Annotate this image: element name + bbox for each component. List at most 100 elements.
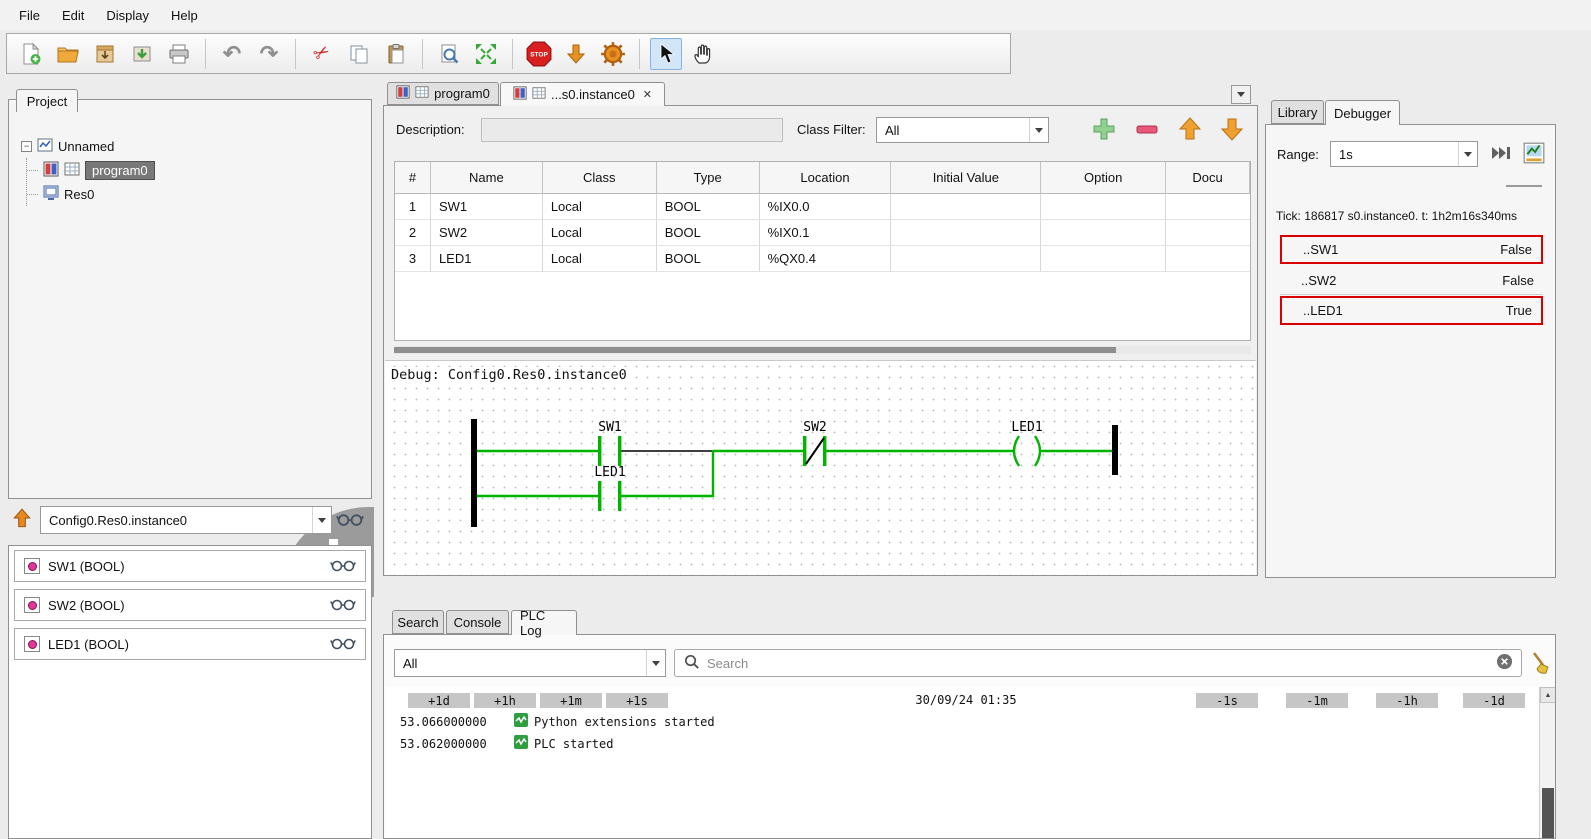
chevron-down-icon[interactable] [1029,118,1048,142]
parent-instance-icon[interactable] [10,507,34,534]
cell-name[interactable]: SW1 [430,194,543,220]
variable-row-led1[interactable]: LED1 (BOOL) [14,628,366,660]
contact-sw2-negated[interactable]: SW2 [803,420,827,466]
watch-row-sw2[interactable]: ..SW2 False [1280,266,1543,295]
table-row[interactable]: 1 SW1 Local BOOL %IX0.0 [395,194,1251,220]
cell-location[interactable]: %IX0.0 [759,194,892,220]
cell-class[interactable]: Local [542,194,657,220]
redo-icon[interactable]: ↷ [253,38,285,70]
tab-instance0[interactable]: ...s0.instance0 ✕ [500,82,665,106]
cell-location[interactable]: %IX0.1 [759,220,892,246]
column-header[interactable]: Initial Value [891,162,1042,194]
instance-path-select[interactable]: Config0.Res0.instance0 [40,506,332,534]
menu-edit[interactable]: Edit [51,3,95,28]
watch-glasses-icon[interactable] [330,636,356,653]
save-as-icon[interactable] [126,38,158,70]
contact-sw1[interactable]: SW1 [598,420,622,466]
ladder-debug-view[interactable]: SW1 SW2 LED1 LED1 Debug: Config0.Res0.in… [385,360,1256,575]
cell-class[interactable]: Local [542,246,657,272]
time-minus-1h-button[interactable]: -1h [1376,693,1438,708]
add-variable-button[interactable] [1089,114,1119,144]
cell-type[interactable]: BOOL [656,194,760,220]
cell-initial[interactable] [891,194,1042,220]
coil-led1[interactable]: LED1 [1011,420,1043,467]
cell-initial[interactable] [891,246,1042,272]
copy-icon[interactable] [343,38,375,70]
move-up-button[interactable] [1175,114,1205,144]
scrollbar-thumb[interactable] [394,347,1116,353]
column-header[interactable]: Docu [1166,162,1250,194]
pan-tool-icon[interactable] [687,38,719,70]
tab-library[interactable]: Library [1271,100,1324,124]
scrollbar-thumb[interactable] [1542,788,1554,838]
tab-search[interactable]: Search [392,610,444,634]
description-input[interactable] [481,118,783,142]
search-input[interactable] [707,655,1489,671]
variable-row-sw1[interactable]: SW1 (BOOL) [14,550,366,582]
new-file-icon[interactable] [15,38,47,70]
tab-console[interactable]: Console [446,610,509,634]
cell-class[interactable]: Local [542,220,657,246]
fit-zoom-icon[interactable] [470,38,502,70]
table-row[interactable]: 2 SW2 Local BOOL %IX0.1 [395,220,1251,246]
cell-type[interactable]: BOOL [656,220,760,246]
table-row[interactable]: 3 LED1 Local BOOL %QX0.4 [395,246,1251,272]
time-plus-1m-button[interactable]: +1m [540,693,602,708]
column-header[interactable]: Name [430,162,543,194]
go-to-current-tick-icon[interactable] [1490,144,1512,165]
menu-file[interactable]: File [8,3,51,28]
menu-display[interactable]: Display [95,3,160,28]
time-plus-1s-button[interactable]: +1s [606,693,668,708]
time-plus-1d-button[interactable]: +1d [408,693,470,708]
range-select[interactable]: 1s [1330,141,1478,167]
collapse-icon[interactable]: − [21,140,32,152]
remove-variable-button[interactable] [1132,114,1162,144]
chevron-down-icon[interactable] [646,650,665,676]
print-icon[interactable] [163,38,195,70]
close-icon[interactable]: ✕ [643,88,652,101]
log-level-filter[interactable]: All [394,649,666,677]
watch-glasses-icon[interactable] [336,511,364,530]
undo-icon[interactable]: ↶ [216,38,248,70]
cell-option[interactable] [1041,246,1167,272]
scroll-up-arrow-icon[interactable]: ▲ [1540,687,1555,703]
chevron-down-icon[interactable] [1458,142,1477,166]
time-minus-1s-button[interactable]: -1s [1196,693,1258,708]
search-in-project-icon[interactable] [433,38,465,70]
chevron-down-icon[interactable] [312,507,331,533]
cell-option[interactable] [1041,194,1167,220]
tab-debugger[interactable]: Debugger [1325,100,1400,125]
cell-doc[interactable] [1166,220,1251,246]
time-plus-1h-button[interactable]: +1h [474,693,536,708]
class-filter-select[interactable]: All [876,117,1049,143]
open-project-icon[interactable] [52,38,84,70]
run-plc-icon[interactable] [597,38,629,70]
watch-glasses-icon[interactable] [330,597,356,614]
tree-program0-label[interactable]: program0 [85,160,155,180]
tab-program0[interactable]: program0 [387,82,499,105]
tree-item-res0[interactable]: Res0 [27,182,155,206]
variable-row-sw2[interactable]: SW2 (BOOL) [14,589,366,621]
column-header[interactable]: Option [1041,162,1167,194]
cut-icon[interactable]: ✂ [306,38,338,70]
cell-doc[interactable] [1166,194,1251,220]
time-minus-1m-button[interactable]: -1m [1286,693,1348,708]
time-minus-1d-button[interactable]: -1d [1463,693,1525,708]
cell-name[interactable]: SW2 [430,220,543,246]
horizontal-scrollbar[interactable] [394,346,1251,354]
cell-option[interactable] [1041,220,1167,246]
clear-search-icon[interactable] [1496,653,1513,673]
column-header[interactable]: Type [656,162,760,194]
tree-item-program0[interactable]: program0 [27,158,155,182]
log-scrollbar[interactable]: ▲ [1539,687,1555,838]
cell-name[interactable]: LED1 [430,246,543,272]
tab-list-button[interactable] [1231,85,1251,104]
watch-row-led1[interactable]: ..LED1 True [1280,296,1543,325]
move-down-button[interactable] [1217,114,1247,144]
column-header[interactable]: # [395,162,431,194]
tree-item-root[interactable]: − Unnamed [21,134,155,158]
menu-help[interactable]: Help [160,3,209,28]
paste-icon[interactable] [380,38,412,70]
cell-doc[interactable] [1166,246,1251,272]
watch-glasses-icon[interactable] [330,558,356,575]
